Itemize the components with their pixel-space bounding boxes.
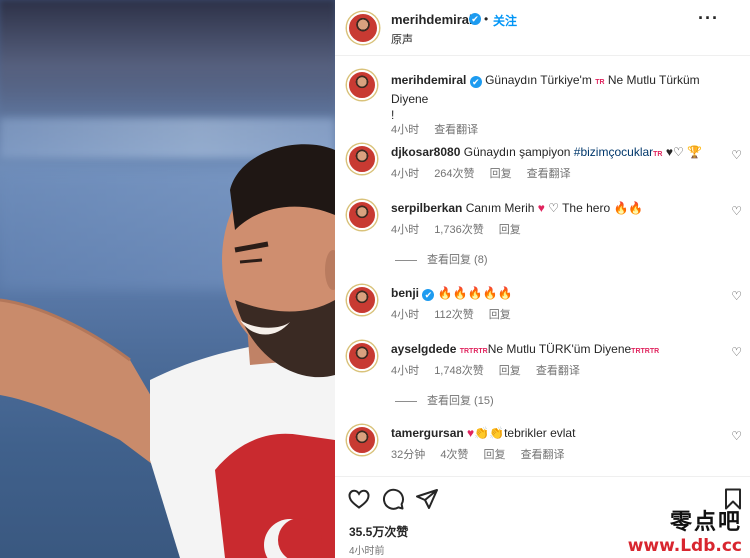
verified-icon: ✔ (422, 289, 435, 301)
reply-button[interactable]: 回复 (489, 309, 511, 321)
comment-username[interactable]: ayselgdede (391, 342, 456, 356)
comment-text: djkosar8080 Günaydın şampiyon #bizimçocu… (391, 144, 721, 163)
flag-tr-icon: TR (595, 79, 605, 86)
watermark-url: www.Ldb.cc (627, 536, 742, 556)
comment-text: benji ✔ 🔥🔥🔥🔥🔥 (391, 285, 721, 301)
comment-likes[interactable]: 112次赞 (434, 309, 474, 321)
reply-button[interactable]: 回复 (499, 365, 521, 377)
flag-tr-icon: TRTRTR (631, 348, 660, 355)
author-avatar[interactable] (347, 70, 377, 100)
comment-text: ayselgdede TRTRTRNe Mutlu TÜRK'üm Diyene… (391, 341, 721, 360)
reply-button[interactable]: 回复 (499, 224, 521, 236)
post-panel: merihdemiral ✔ • 关注 原声 ··· merihdemiral … (335, 0, 750, 558)
caption-text: merihdemiral ✔ Günaydın Türkiye'm TR Ne … (391, 72, 731, 123)
comment-time: 4小时 (391, 168, 420, 180)
comment-likes[interactable]: 4次赞 (440, 449, 468, 461)
commenter-avatar[interactable] (347, 144, 377, 174)
comment-body: tebrikler evlat (504, 426, 576, 440)
fire-icon: 🔥🔥🔥🔥🔥 (437, 286, 513, 300)
reply-button[interactable]: 回复 (484, 449, 506, 461)
author-username[interactable]: merihdemiral (391, 12, 473, 27)
comment-meta: 4小时 1,736次赞 回复 (391, 221, 533, 237)
comment-time: 4小时 (391, 224, 420, 236)
comment-body: Canım Merih (465, 201, 538, 215)
clap-icon: 👏👏 (474, 426, 505, 440)
commenter-avatar[interactable] (347, 425, 377, 455)
comment-hearts: ♥♡ (662, 145, 684, 159)
commenter-avatar[interactable] (347, 341, 377, 371)
fire-icon: 🔥🔥 (613, 201, 644, 215)
player-illustration (0, 144, 335, 558)
view-replies-button[interactable]: 查看回复 (8) (395, 251, 488, 267)
comments-list[interactable]: merihdemiral ✔ Günaydın Türkiye'm TR Ne … (335, 56, 750, 476)
comment-body: Ne Mutlu TÜRK'üm Diyene (487, 342, 632, 356)
comment-body-2: The hero (562, 201, 614, 215)
like-comment-icon[interactable]: ♡ (731, 204, 742, 218)
caption-body-3: ! (391, 108, 395, 122)
comment-body: Günaydın şampiyon (463, 145, 574, 159)
red-heart-icon: ♥ (537, 201, 545, 215)
comment-text: serpilberkan Canım Merih ♥ ♡ The hero 🔥🔥 (391, 200, 721, 216)
more-icon[interactable]: ··· (698, 8, 719, 29)
view-replies-button[interactable]: 查看回复 (15) (395, 392, 494, 408)
view-replies-label: 查看回复 (15) (427, 395, 494, 407)
comment-time: 32分钟 (391, 449, 426, 461)
caption-meta: 4小时 查看翻译 (391, 121, 490, 137)
replies-divider (395, 259, 417, 261)
commenter-avatar[interactable] (347, 200, 377, 230)
white-heart-icon: ♡ (544, 201, 563, 215)
like-comment-icon[interactable]: ♡ (731, 429, 742, 443)
comment-likes[interactable]: 1,748次赞 (434, 365, 484, 377)
like-comment-icon[interactable]: ♡ (731, 289, 742, 303)
post-media[interactable] (0, 0, 335, 558)
site-watermark: 零点吧 www.Ldb.cc (628, 504, 742, 556)
like-comment-icon[interactable]: ♡ (731, 148, 742, 162)
comment-username[interactable]: djkosar8080 (391, 145, 460, 159)
separator-dot: • (484, 12, 489, 26)
see-translation-link[interactable]: 查看翻译 (521, 449, 565, 461)
trophy-icon: 🏆 (687, 145, 703, 159)
replies-divider (395, 400, 417, 402)
comment-icon[interactable] (381, 487, 405, 511)
comment-time: 4小时 (391, 309, 420, 321)
comment-likes[interactable]: 1,736次赞 (434, 224, 484, 236)
verified-icon: ✔ (469, 76, 482, 88)
share-icon[interactable] (415, 487, 439, 511)
comment-likes[interactable]: 264次赞 (434, 168, 474, 180)
comment-text: tamergursan ♥👏👏tebrikler evlat (391, 425, 721, 441)
comment-meta: 32分钟 4次赞 回复 查看翻译 (391, 446, 577, 462)
see-translation-link[interactable]: 查看翻译 (527, 168, 571, 180)
watermark-text: 零点吧 (669, 509, 742, 535)
commenter-avatar[interactable] (347, 285, 377, 315)
comment-username[interactable]: benji (391, 286, 419, 300)
comment-username[interactable]: serpilberkan (391, 201, 462, 215)
follow-button[interactable]: 关注 (493, 12, 517, 29)
hashtag-link[interactable]: #bizimçocuklar (574, 145, 653, 159)
comment-time: 4小时 (391, 365, 420, 377)
post-like-count[interactable]: 35.5万次赞 (349, 523, 408, 540)
see-translation-link[interactable]: 查看翻译 (536, 365, 580, 377)
flag-tr-icon: TR (653, 151, 663, 158)
view-replies-label: 查看回复 (8) (427, 254, 488, 266)
caption-body: Günaydın Türkiye'm (485, 73, 596, 87)
author-avatar[interactable] (347, 12, 379, 44)
comment-meta: 4小时 1,748次赞 回复 查看翻译 (391, 362, 592, 378)
like-comment-icon[interactable]: ♡ (731, 345, 742, 359)
post-timestamp: 4小时前 (349, 546, 385, 557)
caption-time: 4小时 (391, 124, 420, 136)
heart-icon[interactable] (347, 487, 371, 511)
see-translation-link[interactable]: 查看翻译 (434, 124, 478, 136)
caption-username[interactable]: merihdemiral (391, 73, 466, 87)
comment-meta: 4小时 264次赞 回复 查看翻译 (391, 165, 583, 181)
post-header: merihdemiral ✔ • 关注 原声 ··· (335, 0, 750, 56)
flag-tr-icon: TRTRTR (459, 348, 488, 355)
reply-button[interactable]: 回复 (490, 168, 512, 180)
comment-username[interactable]: tamergursan (391, 426, 464, 440)
verified-icon: ✔ (469, 13, 481, 25)
audio-label[interactable]: 原声 (391, 31, 413, 47)
comment-meta: 4小时 112次赞 回复 (391, 306, 523, 322)
